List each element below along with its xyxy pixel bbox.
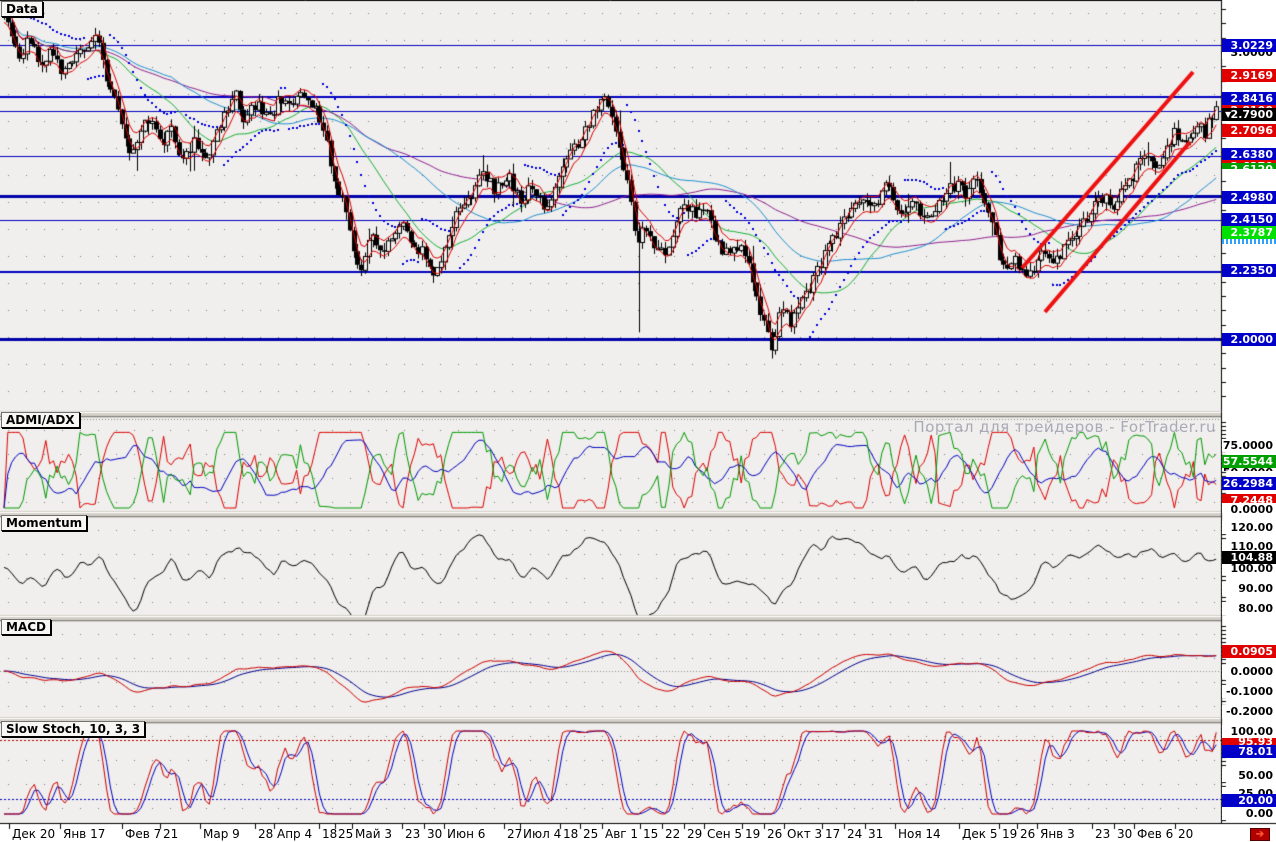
axis-date-label: 20 — [1178, 827, 1193, 841]
axis-date-label: Мар 9 — [203, 827, 240, 841]
axis-date-label: Янв 17 — [63, 827, 105, 841]
axis-date-label: 29 — [687, 827, 702, 841]
axis-date-label: 15 — [643, 827, 658, 841]
price-label: 2.4150 — [1222, 213, 1276, 226]
price-label: 0.0000 — [1222, 665, 1276, 678]
axis-date-label: 17 — [825, 827, 840, 841]
price-label: 2.0000 — [1222, 333, 1276, 346]
axis-date-label: Фев 6 — [1137, 827, 1173, 841]
axis-date-label: 23 — [1095, 827, 1110, 841]
axis-date-label: 18 — [563, 827, 578, 841]
price-label: 78.01 — [1222, 745, 1276, 758]
axis-date-label: 28 — [258, 827, 273, 841]
price-label: 0.0905 — [1222, 645, 1276, 658]
scroll-to-end-button[interactable]: ➔ — [1250, 828, 1270, 841]
chart-window: Data ADMI/ADX Momentum MACD Slow Stoch, 10, … — [0, 0, 1276, 842]
price-label: 2.3787 — [1222, 226, 1276, 239]
axis-date-label: 21 — [163, 827, 178, 841]
watermark: Портал для трейдеров - ForTrader.ru — [913, 418, 1216, 436]
axis-date-label: Окт 3 — [787, 827, 822, 841]
price-label: 100.00 — [1222, 725, 1276, 738]
axis-date-label: 18 — [322, 827, 337, 841]
axis-date-label: 27 — [507, 827, 522, 841]
panel-tab-slow-stoch-10-3-3[interactable]: Slow Stoch, 10, 3, 3 — [1, 721, 145, 737]
price-label: 0.00 — [1222, 807, 1276, 820]
price-label: 2.8416 — [1222, 92, 1276, 105]
price-label: 2.7900▼ — [1222, 108, 1276, 121]
axis-date-label: 26 — [767, 827, 782, 841]
axis-date-label: 30 — [1117, 827, 1132, 841]
price-label: 57.5544 — [1222, 455, 1276, 468]
axis-date-label: Дек 20 — [12, 827, 55, 841]
price-label: 120.00 — [1222, 521, 1276, 534]
axis-date-label: 25 — [583, 827, 598, 841]
price-label: 75.0000 — [1222, 439, 1276, 452]
panel-tab-admi-adx[interactable]: ADMI/ADX — [1, 412, 80, 428]
axis-date-label: 19 — [745, 827, 760, 841]
price-label: 3.0229 — [1222, 39, 1276, 52]
arrow-right-icon: ➔ — [1256, 829, 1264, 840]
price-label: 2.4980 — [1222, 191, 1276, 204]
price-label: -0.1000 — [1222, 685, 1276, 698]
axis-date-label: Апр 4 — [277, 827, 312, 841]
axis-date-label: Июл 4 — [523, 827, 561, 841]
axis-date-label: Май 3 — [355, 827, 392, 841]
price-label: 26.2984 — [1222, 477, 1276, 490]
price-label: 0.0000 — [1222, 503, 1276, 513]
price-label: 50.00 — [1222, 769, 1276, 782]
price-label: 2.6120 — [1222, 163, 1276, 169]
axis-date-label: 24 — [847, 827, 862, 841]
axis-date-label: Дек 5 — [962, 827, 997, 841]
axis-date-label: Сен 5 — [707, 827, 742, 841]
axis-date-label: 30 — [427, 827, 442, 841]
axis-date-label: Ноя 14 — [898, 827, 941, 841]
axis-date-label: Янв 3 — [1040, 827, 1075, 841]
axis-date-label: 19 — [1002, 827, 1017, 841]
price-label: 2.2350 — [1222, 264, 1276, 277]
panel-tab-macd[interactable]: MACD — [1, 619, 51, 635]
price-label: 90.00 — [1222, 582, 1276, 595]
price-label: 104.88 — [1222, 551, 1276, 564]
axis-date-label: 25 — [338, 827, 353, 841]
price-label: 2.7096 — [1222, 124, 1276, 137]
axis-date-label: Июн 6 — [447, 827, 485, 841]
price-label — [1222, 239, 1276, 244]
price-label: 2.9169 — [1222, 69, 1276, 82]
axis-date-label: 31 — [868, 827, 883, 841]
axis-date-label: 23 — [405, 827, 420, 841]
price-label: 20.00 — [1222, 794, 1276, 807]
panel-tab-momentum[interactable]: Momentum — [1, 515, 87, 531]
price-label: 80.00 — [1222, 602, 1276, 615]
axis-date-label: Авг 1 — [605, 827, 638, 841]
axis-date-label: 22 — [665, 827, 680, 841]
axis-date-label: Фев 7 — [125, 827, 161, 841]
axis-date-label: 26 — [1020, 827, 1035, 841]
panel-tab-data[interactable]: Data — [1, 1, 43, 17]
price-label: -0.2000 — [1222, 705, 1276, 718]
current-price-arrow-icon: ▼ — [1225, 109, 1231, 120]
